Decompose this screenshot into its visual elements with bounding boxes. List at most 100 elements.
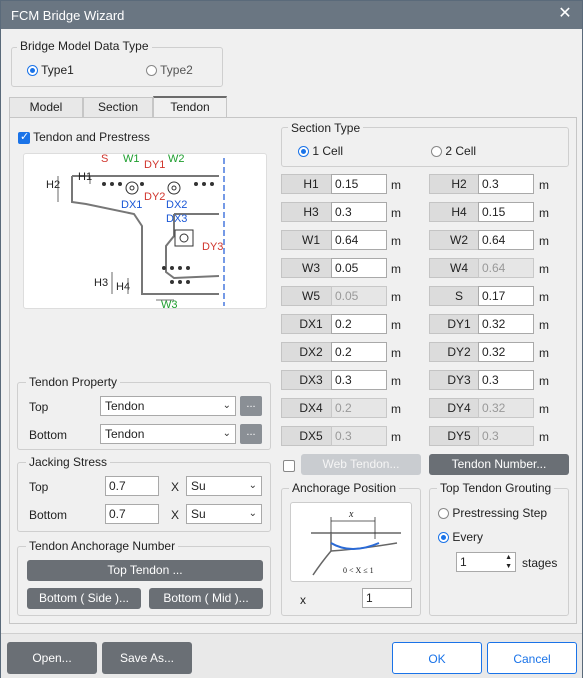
param-unit-h3: m: [391, 206, 401, 220]
param-unit-dy4: m: [539, 402, 549, 416]
param-input-dy3[interactable]: 0.3: [478, 370, 534, 390]
cell1-radio[interactable]: 1 Cell: [298, 144, 343, 158]
anchorage-figure-svg: x 0 < X ≤ 1: [311, 509, 401, 576]
param-input-h4[interactable]: 0.15: [478, 202, 534, 222]
type1-radio[interactable]: Type1: [27, 63, 74, 77]
param-unit-dx1: m: [391, 318, 401, 332]
param-unit-dy3: m: [539, 374, 549, 388]
param-input-h1[interactable]: 0.15: [331, 174, 387, 194]
type2-label: Type2: [160, 63, 193, 77]
bottom-mid-button[interactable]: Bottom ( Mid )...: [149, 588, 263, 609]
diagram-label-dx3: DX3: [166, 213, 187, 225]
param-input-w1[interactable]: 0.64: [331, 230, 387, 250]
tendon-top-select[interactable]: Tendon ⌄: [100, 396, 236, 416]
prestressing-step-radio[interactable]: Prestressing Step: [438, 506, 547, 520]
ok-button[interactable]: OK: [392, 642, 482, 674]
param-input-dy1[interactable]: 0.32: [478, 314, 534, 334]
param-unit-dy2: m: [539, 346, 549, 360]
param-input-h3[interactable]: 0.3: [331, 202, 387, 222]
open-button[interactable]: Open...: [7, 642, 97, 674]
tendon-number-button[interactable]: Tendon Number...: [429, 454, 569, 475]
web-tendon-button: Web Tendon...: [301, 454, 421, 475]
param-input-dy4: 0.32: [478, 398, 534, 418]
param-unit-dx3: m: [391, 374, 401, 388]
stages-value: 1: [460, 555, 467, 569]
param-input-s[interactable]: 0.17: [478, 286, 534, 306]
cell2-radio[interactable]: 2 Cell: [431, 144, 476, 158]
diagram-label-dy3: DY3: [202, 241, 223, 253]
jacking-bottom-label: Bottom: [29, 508, 68, 522]
diagram-label-dx2: DX2: [166, 199, 187, 211]
stages-label: stages: [522, 556, 558, 570]
cell1-label: 1 Cell: [312, 144, 344, 158]
param-input-dy2[interactable]: 0.32: [478, 342, 534, 362]
jacking-bottom-su: Su: [191, 507, 206, 521]
param-input-dx3[interactable]: 0.3: [331, 370, 387, 390]
jacking-top-x: X: [171, 480, 180, 494]
param-input-h2[interactable]: 0.3: [478, 174, 534, 194]
param-input-w3[interactable]: 0.05: [331, 258, 387, 278]
tendon-bottom-value: Tendon: [105, 427, 145, 441]
type2-radio[interactable]: Type2: [146, 63, 193, 77]
jacking-top-input[interactable]: 0.7: [105, 476, 159, 496]
tendon-top-value: Tendon: [105, 399, 145, 413]
param-unit-dx5: m: [391, 430, 401, 444]
type1-label: Type1: [41, 63, 74, 77]
jacking-bottom-select[interactable]: Su ⌄: [186, 504, 262, 524]
close-icon[interactable]: ✕: [554, 3, 576, 25]
tab-model[interactable]: Model: [9, 97, 83, 117]
chevron-down-icon: ⌄: [222, 400, 231, 411]
anchorage-fig-x: x: [348, 509, 354, 520]
section-diagram-svg: S W1 DY1 W2 H1 H2 DX1 DY2 DX2 DX3 DY3 H3…: [46, 153, 225, 311]
param-unit-h1: m: [391, 178, 401, 192]
diagram-label-dx1: DX1: [121, 199, 142, 211]
chevron-down-icon: ⌄: [248, 480, 257, 491]
tendon-top-more-button[interactable]: ...: [240, 396, 262, 416]
jacking-bottom-x: X: [171, 508, 180, 522]
every-radio[interactable]: Every: [438, 530, 483, 544]
stages-stepper[interactable]: 1 ▲ ▼: [456, 552, 516, 572]
param-input-w4: 0.64: [478, 258, 534, 278]
anchorage-position-legend: Anchorage Position: [289, 481, 400, 495]
tab-tendon[interactable]: Tendon: [153, 96, 227, 117]
jacking-bottom-input[interactable]: 0.7: [105, 504, 159, 524]
grouting-legend: Top Tendon Grouting: [437, 481, 555, 495]
anchorage-number-legend: Tendon Anchorage Number: [26, 539, 179, 553]
window-title: FCM Bridge Wizard: [11, 8, 125, 23]
top-tendon-button[interactable]: Top Tendon ...: [27, 560, 263, 581]
param-unit-dx2: m: [391, 346, 401, 360]
wizard-window: FCM Bridge Wizard ✕ Bridge Model Data Ty…: [0, 0, 583, 678]
diagram-label-dy1: DY1: [144, 159, 165, 171]
tendon-prestress-checkbox[interactable]: Tendon and Prestress: [18, 130, 150, 144]
diagram-label-w3: W3: [161, 299, 178, 310]
cancel-button[interactable]: Cancel: [487, 642, 577, 674]
jacking-top-select[interactable]: Su ⌄: [186, 476, 262, 496]
tendon-bottom-more-button[interactable]: ...: [240, 424, 262, 444]
param-unit-dy5: m: [539, 430, 549, 444]
param-unit-w5: m: [391, 290, 401, 304]
param-input-w2[interactable]: 0.64: [478, 230, 534, 250]
section-type-legend: Section Type: [288, 121, 364, 135]
param-input-dx1[interactable]: 0.2: [331, 314, 387, 334]
param-unit-h4: m: [539, 206, 549, 220]
anchorage-x-input[interactable]: 1: [362, 588, 412, 608]
tab-section[interactable]: Section: [83, 97, 153, 117]
param-input-dx5: 0.3: [331, 426, 387, 446]
anchorage-position-figure: x 0 < X ≤ 1: [290, 502, 412, 582]
param-input-dx4: 0.2: [331, 398, 387, 418]
param-input-w5: 0.05: [331, 286, 387, 306]
diagram-label-w2: W2: [168, 154, 185, 165]
stepper-arrows-icon[interactable]: ▲ ▼: [505, 553, 512, 571]
web-tendon-checkbox[interactable]: [283, 459, 295, 472]
param-input-dx2[interactable]: 0.2: [331, 342, 387, 362]
cell2-label: 2 Cell: [445, 144, 477, 158]
jacking-stress-legend: Jacking Stress: [26, 455, 111, 469]
tendon-bottom-select[interactable]: Tendon ⌄: [100, 424, 236, 444]
tendon-property-legend: Tendon Property: [26, 375, 121, 389]
jacking-top-su: Su: [191, 479, 206, 493]
save-as-button[interactable]: Save As...: [102, 642, 192, 674]
param-unit-dy1: m: [539, 318, 549, 332]
tendon-prestress-label: Tendon and Prestress: [33, 130, 150, 144]
bottom-side-button[interactable]: Bottom ( Side )...: [27, 588, 141, 609]
chevron-down-icon: ⌄: [248, 508, 257, 519]
